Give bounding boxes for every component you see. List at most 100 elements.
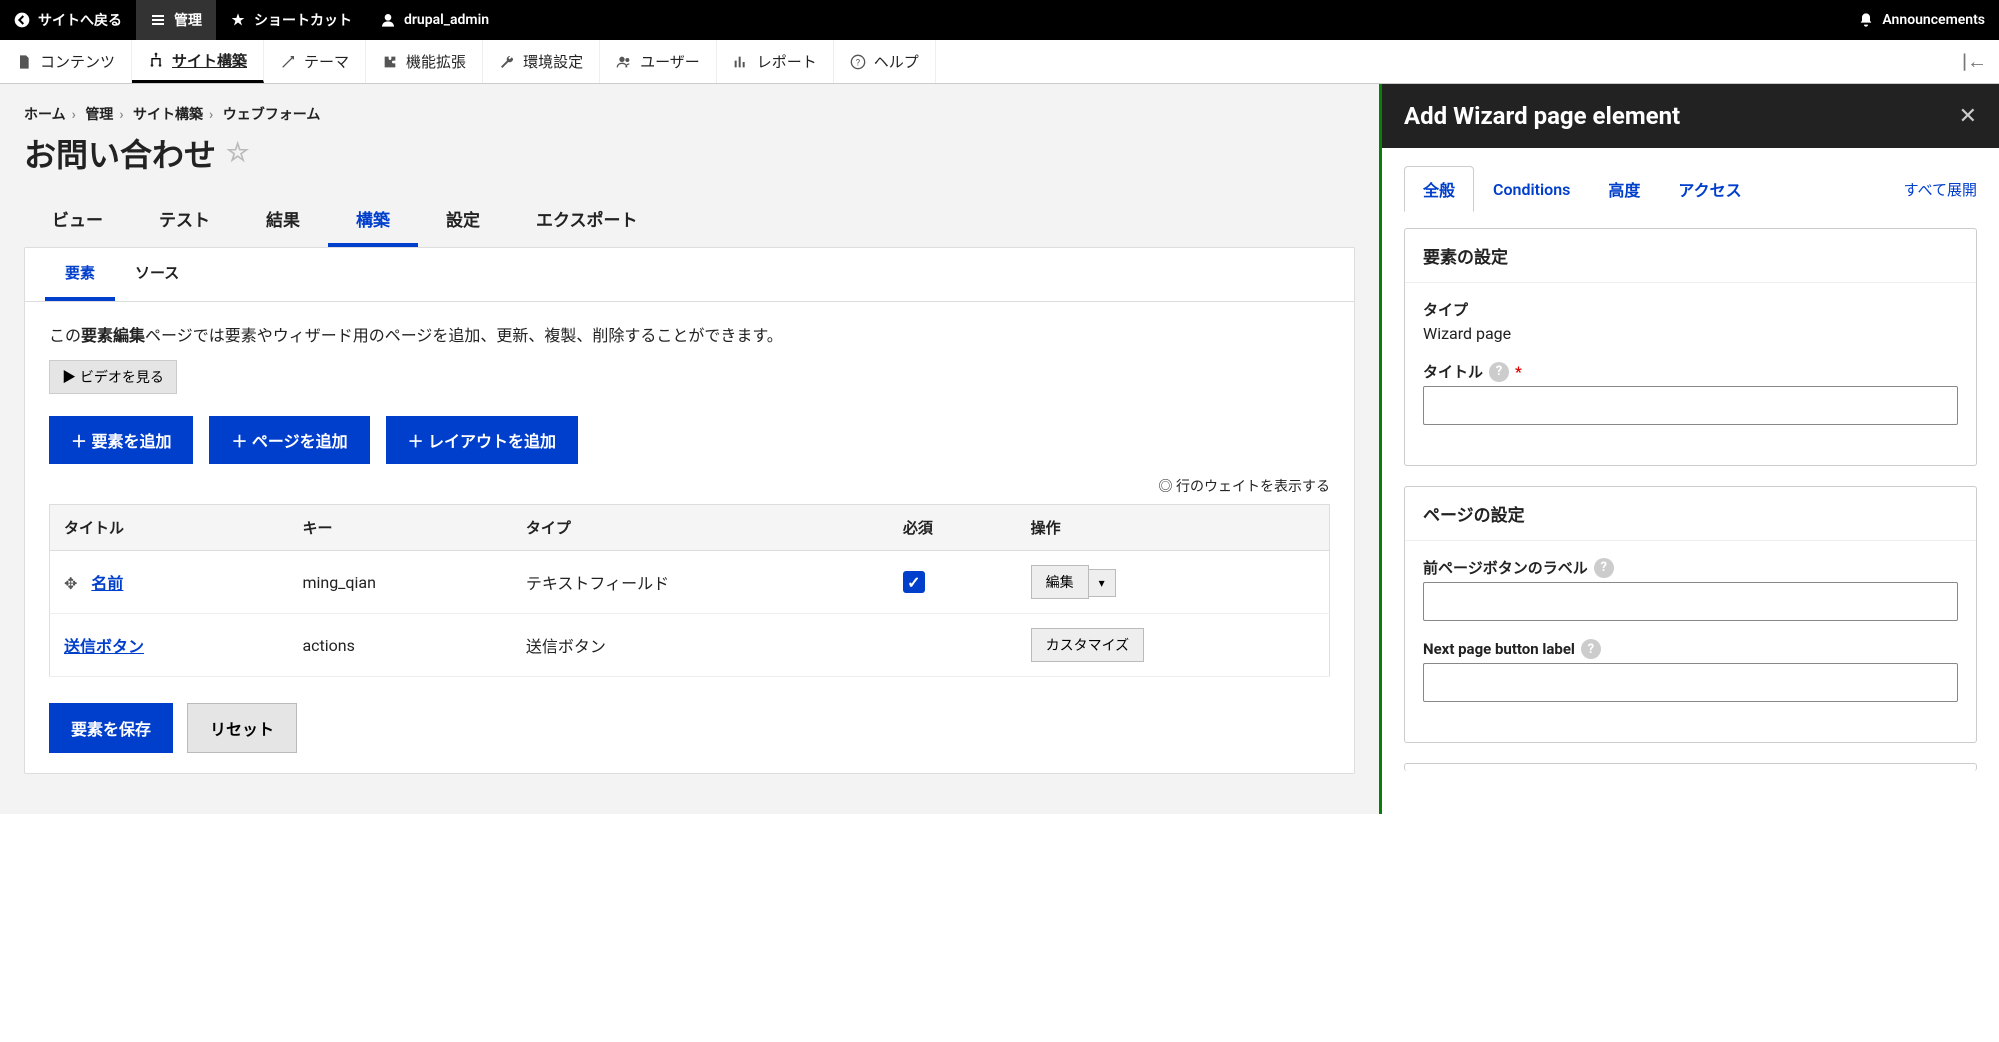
nav-structure[interactable]: サイト構築 [132, 40, 264, 83]
tab-settings[interactable]: 設定 [418, 194, 508, 247]
col-ops: 操作 [1017, 505, 1330, 551]
help-icon: ? [850, 54, 866, 70]
user-icon [380, 12, 396, 28]
page-title: お問い合わせ ☆ [24, 130, 1355, 176]
wand-icon [280, 54, 296, 70]
next-button-label: Next page button label ? [1423, 639, 1958, 659]
nav-config[interactable]: 環境設定 [483, 40, 600, 83]
ptab-advanced[interactable]: 高度 [1589, 166, 1659, 212]
title-label: タイトル ? * [1423, 361, 1958, 382]
description: この要素編集ページでは要素やウィザード用のページを追加、更新、複製、削除すること… [49, 322, 1330, 346]
adminbar: コンテンツ サイト構築 テーマ 機能拡張 環境設定 ユーザー レポート ? ヘル… [0, 40, 1999, 84]
next-button-input[interactable] [1423, 663, 1958, 702]
fieldset-partial [1404, 763, 1977, 771]
help-icon[interactable]: ? [1489, 362, 1509, 382]
crumb-admin[interactable]: 管理 [85, 107, 113, 123]
subtab-source[interactable]: ソース [115, 248, 199, 301]
tab-test[interactable]: テスト [131, 194, 238, 247]
user-menu[interactable]: drupal_admin [366, 0, 503, 40]
ptab-conditions[interactable]: Conditions [1474, 169, 1589, 210]
nav-appearance[interactable]: テーマ [264, 40, 366, 83]
required-checkbox[interactable]: ✓ [903, 571, 925, 593]
fieldset-page-settings: ページの設定 前ページボタンのラベル ? Next page button la… [1404, 486, 1977, 743]
drag-handle-icon[interactable]: ✥ [64, 574, 77, 593]
panel-tabs: 全般 Conditions 高度 アクセス すべて展開 [1404, 166, 1977, 212]
star-icon [230, 12, 246, 28]
tab-build[interactable]: 構築 [328, 194, 418, 247]
tab-export[interactable]: エクスポート [508, 194, 666, 247]
crumb-structure[interactable]: サイト構築 [133, 107, 203, 123]
shortcuts-label: ショートカット [254, 10, 352, 30]
fieldset-legend: 要素の設定 [1405, 229, 1976, 283]
collapse-toolbar-icon[interactable]: |← [1950, 49, 1999, 74]
element-key: actions [288, 614, 511, 677]
add-layout-button[interactable]: ＋ レイアウトを追加 [386, 416, 578, 464]
announcements-label: Announcements [1882, 12, 1985, 28]
element-type: 送信ボタン [512, 614, 889, 677]
show-row-weights[interactable]: 行のウェイトを表示する [49, 476, 1330, 496]
edit-dropdown[interactable]: ▾ [1088, 569, 1116, 597]
close-icon[interactable]: ✕ [1959, 104, 1977, 129]
tab-results[interactable]: 結果 [238, 194, 328, 247]
side-panel: Add Wizard page element ✕ 全般 Conditions … [1379, 84, 1999, 814]
table-row: ✥ 名前 ming_qian テキストフィールド ✓ 編集▾ [50, 551, 1330, 614]
breadcrumb: ホーム› 管理› サイト構築› ウェブフォーム [24, 104, 1355, 124]
structure-icon [148, 52, 164, 68]
primary-tabs: ビュー テスト 結果 構築 設定 エクスポート [24, 194, 1355, 247]
col-title: タイトル [50, 505, 289, 551]
prev-button-input[interactable] [1423, 582, 1958, 621]
save-elements-button[interactable]: 要素を保存 [49, 703, 173, 753]
svg-text:?: ? [856, 57, 861, 68]
bell-icon [1858, 12, 1874, 28]
help-icon[interactable]: ? [1594, 558, 1614, 578]
type-value: Wizard page [1423, 324, 1958, 343]
nav-content[interactable]: コンテンツ [0, 40, 132, 83]
table-row: 送信ボタン actions 送信ボタン カスタマイズ [50, 614, 1330, 677]
user-label: drupal_admin [404, 12, 489, 28]
file-icon [16, 54, 32, 70]
edit-button[interactable]: 編集 [1031, 565, 1089, 599]
announcements[interactable]: Announcements [1844, 0, 1999, 40]
wrench-icon [499, 54, 515, 70]
chart-icon [733, 54, 749, 70]
prev-button-label: 前ページボタンのラベル ? [1423, 557, 1958, 578]
favorite-star-icon[interactable]: ☆ [226, 138, 249, 168]
element-key: ming_qian [288, 551, 511, 614]
nav-help[interactable]: ? ヘルプ [834, 40, 936, 83]
col-required: 必須 [889, 505, 1017, 551]
tab-view[interactable]: ビュー [24, 194, 131, 247]
secondary-tabs: 要素 ソース [25, 248, 1354, 302]
nav-reports[interactable]: レポート [717, 40, 834, 83]
crumb-home[interactable]: ホーム [24, 107, 66, 123]
add-element-button[interactable]: ＋ 要素を追加 [49, 416, 193, 464]
expand-all-link[interactable]: すべて展開 [1904, 179, 1977, 200]
manage-toggle[interactable]: 管理 [136, 0, 216, 40]
reset-button[interactable]: リセット [187, 703, 297, 753]
crumb-webform[interactable]: ウェブフォーム [223, 107, 321, 123]
topbar: サイトへ戻る 管理 ショートカット drupal_admin Announcem… [0, 0, 1999, 40]
help-icon[interactable]: ? [1581, 639, 1601, 659]
element-title-link[interactable]: 名前 [91, 574, 123, 593]
back-to-site[interactable]: サイトへ戻る [0, 0, 136, 40]
back-label: サイトへ戻る [38, 10, 122, 30]
fieldset-legend: ページの設定 [1405, 487, 1976, 541]
element-title-link[interactable]: 送信ボタン [64, 637, 144, 656]
col-type: タイプ [512, 505, 889, 551]
manage-label: 管理 [174, 10, 202, 30]
fieldset-element-settings: 要素の設定 タイプ Wizard page タイトル ? * [1404, 228, 1977, 466]
element-type: テキストフィールド [512, 551, 889, 614]
add-page-button[interactable]: ＋ ページを追加 [209, 416, 369, 464]
nav-extend[interactable]: 機能拡張 [366, 40, 483, 83]
subtab-elements[interactable]: 要素 [45, 248, 115, 301]
type-label: タイプ [1423, 299, 1958, 320]
title-input[interactable] [1423, 386, 1958, 425]
shortcuts[interactable]: ショートカット [216, 0, 366, 40]
required-marker: * [1515, 363, 1522, 381]
watch-video-button[interactable]: ▶ ビデオを見る [49, 360, 177, 394]
people-icon [616, 54, 632, 70]
customize-button[interactable]: カスタマイズ [1031, 628, 1145, 662]
ptab-general[interactable]: 全般 [1404, 166, 1474, 212]
ptab-access[interactable]: アクセス [1659, 166, 1760, 212]
panel-title: Add Wizard page element [1404, 102, 1680, 130]
nav-people[interactable]: ユーザー [600, 40, 717, 83]
